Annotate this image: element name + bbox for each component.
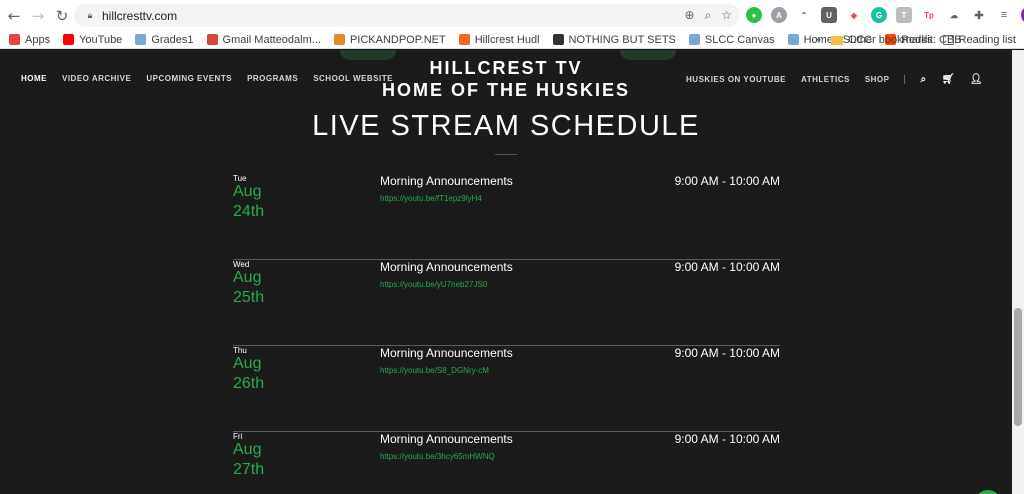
event-time: 9:00 AM - 10:00 AM	[674, 260, 780, 274]
lock-icon: 🔒︎	[87, 10, 93, 21]
website-page: HOME VIDEO ARCHIVE UPCOMING EVENTS PROGR…	[0, 50, 1012, 494]
extension-cloud-icon[interactable]: ☁	[946, 7, 962, 23]
bookmark-favicon-icon	[552, 34, 564, 45]
url-text[interactable]: hillcresttv.com	[102, 9, 177, 23]
star-icon[interactable]: ☆	[721, 8, 732, 23]
other-bookmarks[interactable]: Other bookmarks	[831, 34, 933, 46]
reload-icon[interactable]: ↻	[50, 4, 74, 28]
bookmark-item[interactable]: NOTHING BUT SETS	[552, 33, 676, 46]
install-icon[interactable]: ⊕	[684, 8, 694, 23]
site-subtitle: HOME OF THE HUSKIES	[381, 80, 630, 100]
bookmark-item[interactable]: Hillcrest Hudl	[458, 33, 540, 46]
extension-tp-icon[interactable]: Tp	[921, 7, 937, 23]
reading-list[interactable]: Reading list	[942, 34, 1016, 46]
event-link[interactable]: https://youtu.be/fT1epz9lyH4	[380, 194, 482, 203]
bookmark-label: Gmail Matteodalm...	[222, 33, 321, 46]
schedule-entry: Tue Aug 24th Morning Announcements https://y…	[233, 174, 780, 260]
bookmark-label: Hillcrest Hudl	[474, 33, 540, 46]
bookmarks-bar: Apps YouTube Grades1 Gmail Matteodalm... PIC…	[0, 31, 1024, 49]
other-bookmarks-label: Other bookmarks	[848, 34, 933, 46]
event-link[interactable]: https://youtu.be/3hcy65mHWNQ	[380, 452, 495, 461]
event-title: Morning Announcements	[380, 174, 513, 188]
apps-grid-icon	[9, 34, 20, 45]
schedule-entry: Fri Aug 27th Morning Announcements https://y…	[233, 432, 780, 494]
bookmark-label: YouTube	[79, 33, 123, 46]
schedule-month: Aug	[233, 269, 262, 286]
extension-abp-icon[interactable]: A	[771, 7, 787, 23]
bookmark-favicon-icon	[63, 34, 75, 45]
event-link[interactable]: https://youtu.be/S8_DGNry-cM	[380, 366, 489, 375]
bookmark-item[interactable]: Gmail Matteodalm...	[206, 33, 321, 46]
reading-list-icon	[942, 35, 954, 45]
schedule-month: Aug	[233, 355, 262, 372]
extension-t-icon[interactable]: T	[896, 7, 912, 23]
forward-icon[interactable]: →	[26, 4, 50, 28]
extension-green-icon[interactable]: ●	[746, 7, 762, 23]
schedule-day: 25th	[233, 289, 265, 306]
schedule-entry: Wed Aug 25th Morning Announcements https://y…	[233, 260, 780, 346]
bookmark-label: Grades1	[151, 33, 194, 46]
reading-list-label: Reading list	[958, 34, 1016, 46]
schedule-month: Aug	[233, 183, 262, 200]
schedule-day-of-week: Thu	[233, 346, 247, 355]
extensions-puzzle-icon[interactable]: ✚	[971, 7, 987, 23]
event-title: Morning Announcements	[380, 260, 513, 274]
extension-chart-icon[interactable]: ⌃	[796, 7, 812, 23]
event-time: 9:00 AM - 10:00 AM	[674, 346, 780, 360]
bookmark-favicon-icon	[458, 34, 470, 45]
bookmark-favicon-icon	[206, 34, 218, 45]
schedule-day: 24th	[233, 203, 265, 220]
event-link[interactable]: https://youtu.be/yU7neb27JS0	[380, 280, 487, 289]
site-title: HILLCREST TV	[429, 58, 583, 78]
schedule-day-of-week: Fri	[233, 432, 243, 441]
bookmark-item[interactable]: Apps	[9, 34, 50, 46]
bookmark-favicon-icon	[688, 34, 700, 45]
bookmark-item[interactable]: Grades1	[135, 33, 194, 46]
bookmark-favicon-icon	[787, 34, 799, 45]
event-title: Morning Announcements	[380, 432, 513, 446]
bookmark-label: PICKANDPOP.NET	[349, 33, 446, 46]
grammarly-icon[interactable]: G	[871, 7, 887, 23]
back-icon[interactable]: ←	[2, 4, 26, 28]
schedule-day-of-week: Tue	[233, 174, 247, 183]
browser-toolbar: ← → ↻ 🔒︎ hillcresttv.com ⊕ ⌕ ☆ ● A ⌃ U ◈…	[0, 0, 1024, 31]
extension-red-icon[interactable]: ◈	[846, 7, 862, 23]
schedule-day: 27th	[233, 461, 265, 478]
folder-icon	[831, 35, 844, 45]
schedule-day: 26th	[233, 375, 265, 392]
extension-u-icon[interactable]: U	[821, 7, 837, 23]
bookmark-label: Apps	[25, 33, 51, 46]
schedule-day-of-week: Wed	[233, 260, 250, 269]
event-title: Morning Announcements	[380, 346, 513, 360]
schedule-entry: Thu Aug 26th Morning Announcements https://y…	[233, 346, 780, 432]
page-scrollbar[interactable]	[1012, 50, 1024, 494]
schedule-month: Aug	[233, 441, 262, 458]
schedule-heading: LIVE STREAM SCHEDULE	[312, 110, 700, 142]
bookmark-favicon-icon	[135, 34, 147, 45]
event-time: 9:00 AM - 10:00 AM	[674, 174, 780, 188]
bookmark-label: NOTHING BUT SETS	[568, 33, 676, 46]
zoom-icon[interactable]: ⌕	[705, 8, 712, 23]
bookmarks-overflow-icon[interactable]: »	[815, 34, 821, 46]
event-time: 9:00 AM - 10:00 AM	[674, 432, 780, 446]
bookmark-favicon-icon	[333, 34, 345, 45]
bookmark-item[interactable]: PICKANDPOP.NET	[333, 33, 446, 46]
address-bar[interactable]: 🔒︎ hillcresttv.com ⊕ ⌕ ☆	[74, 4, 740, 27]
bookmark-item[interactable]: YouTube	[63, 34, 122, 46]
schedule-list: Tue Aug 24th Morning Announcements https://y…	[233, 174, 780, 494]
bookmark-label: SLCC Canvas	[704, 33, 775, 46]
media-control-icon[interactable]: ≡	[996, 7, 1012, 23]
bookmark-item[interactable]: SLCC Canvas	[688, 33, 775, 46]
heading-underline	[495, 154, 517, 155]
scrollbar-thumb[interactable]	[1014, 308, 1022, 426]
chat-bubble-icon[interactable]	[974, 490, 1002, 494]
